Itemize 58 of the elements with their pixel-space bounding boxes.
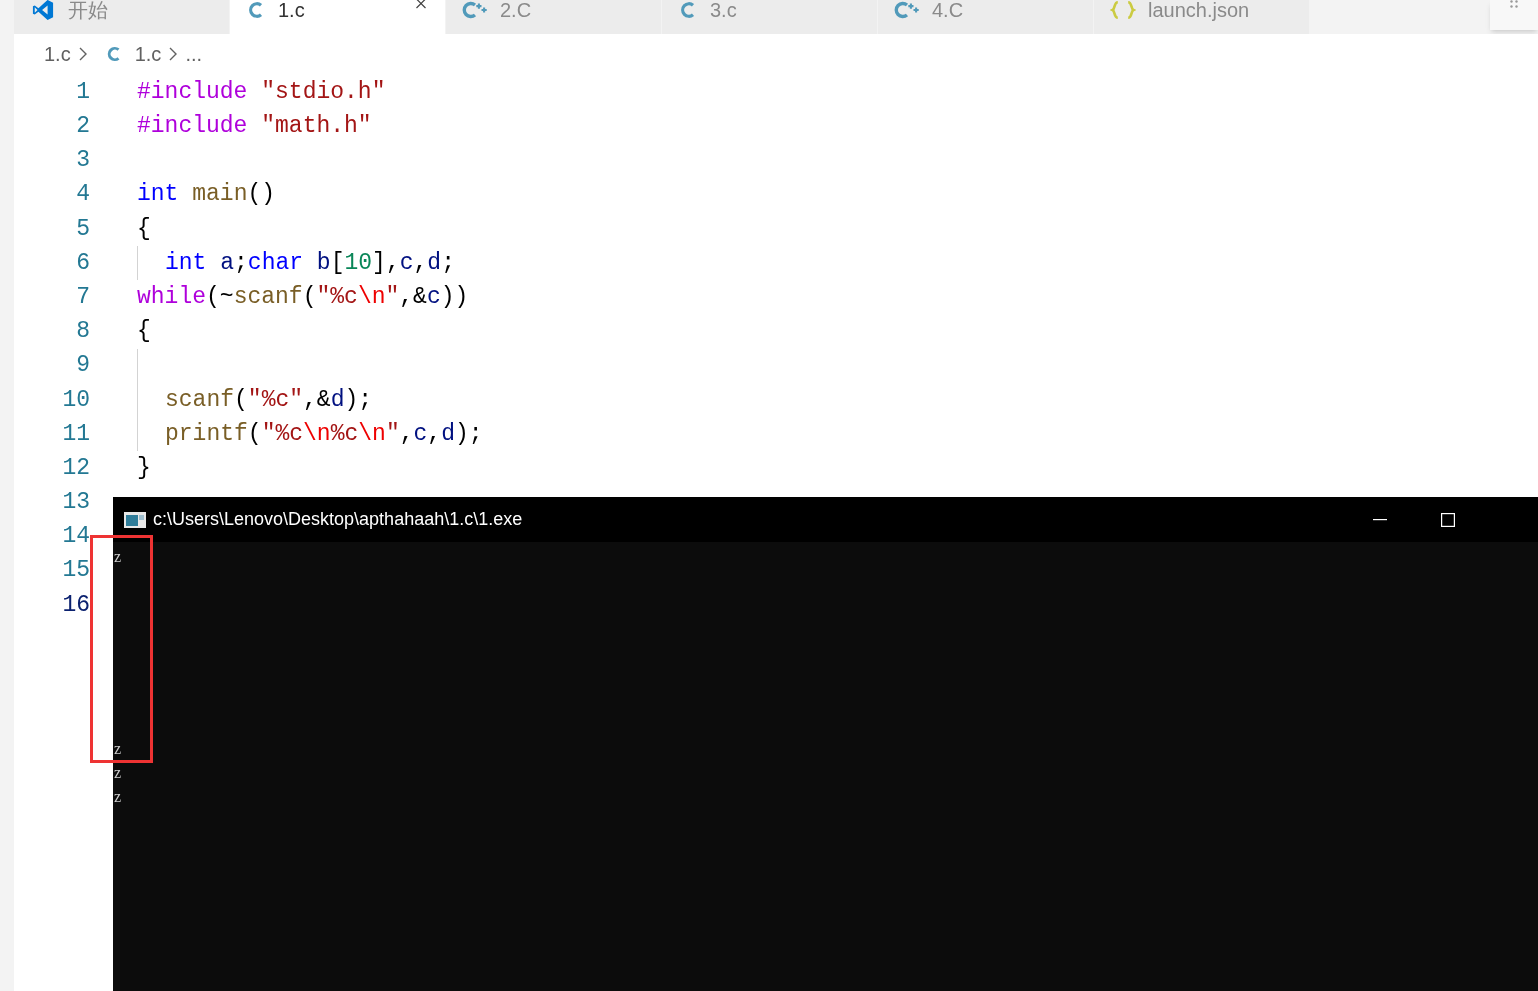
console-app-icon <box>124 511 146 528</box>
minimize-icon <box>1373 518 1387 521</box>
line-number: 15 <box>61 556 90 586</box>
tab-label: 4.C <box>932 0 964 23</box>
code-line: int main() <box>137 180 276 210</box>
line-number: 12 <box>61 453 90 483</box>
console-output-line: z <box>114 739 122 759</box>
line-number: 10 <box>61 385 90 415</box>
line-number: 2 <box>75 112 90 142</box>
code-line: printf("%c\n%c\n",c,d); <box>165 419 483 449</box>
console-output-line: z <box>114 547 122 567</box>
console-output-line: z <box>114 787 122 807</box>
code-line: } <box>137 453 151 483</box>
code-line: int a;char b[10],c,d; <box>165 248 455 278</box>
code-line: #include "stdio.h" <box>137 77 386 107</box>
code-line: scanf("%c",&d); <box>165 385 373 415</box>
maximize-icon <box>1441 512 1455 527</box>
vscode-logo-icon <box>30 0 56 21</box>
line-number: 11 <box>61 419 90 449</box>
breadcrumb-item[interactable]: 1.c <box>134 39 162 69</box>
chevron-right-icon <box>78 47 87 61</box>
breadcrumb-item[interactable]: 1.c <box>44 39 71 69</box>
tab-label: 2.C <box>500 0 532 23</box>
dots-icon <box>1510 0 1518 8</box>
editor-tab[interactable]: 2.C <box>446 0 662 34</box>
line-number: 1 <box>75 77 90 107</box>
cpp-file-icon <box>462 0 488 21</box>
editor-tab[interactable]: 4.C <box>878 0 1094 34</box>
line-number: 7 <box>75 282 90 312</box>
line-number: 6 <box>75 248 90 278</box>
editor-tab[interactable]: launch.json <box>1094 0 1310 34</box>
tab-label: 开始 <box>68 0 108 23</box>
line-number: 14 <box>61 522 90 552</box>
line-number: 4 <box>75 180 90 210</box>
braces-icon <box>1110 0 1136 21</box>
code-line: #include "math.h" <box>137 112 372 142</box>
editor-tab[interactable]: 3.c <box>662 0 878 34</box>
chevron-right-icon <box>169 47 178 61</box>
tab-label: 1.c <box>278 0 305 23</box>
tab-label: 3.c <box>710 0 737 23</box>
line-number: 8 <box>75 317 90 347</box>
editor-tab[interactable]: 1.c <box>230 0 446 34</box>
breadcrumb-item[interactable]: ... <box>185 39 203 69</box>
tab-label: launch.json <box>1148 0 1250 23</box>
line-number: 3 <box>75 146 90 176</box>
code-line: while(~scanf("%c\n",&c)) <box>137 282 469 312</box>
line-number: 9 <box>75 351 90 381</box>
code-line: { <box>137 214 151 244</box>
code-line: { <box>137 317 151 347</box>
line-number: 16 <box>61 590 90 620</box>
console-title: c:\Users\Lenovo\Desktop\apthahaah\1.c\1.exe <box>153 508 523 531</box>
close-icon[interactable] <box>413 0 429 11</box>
layout-button[interactable] <box>1490 0 1538 30</box>
cpp-file-icon <box>894 0 920 21</box>
line-number: 13 <box>61 488 90 518</box>
console-output-line: z <box>114 763 122 783</box>
line-number: 5 <box>75 214 90 244</box>
editor-tab[interactable]: 开始 <box>14 0 230 34</box>
